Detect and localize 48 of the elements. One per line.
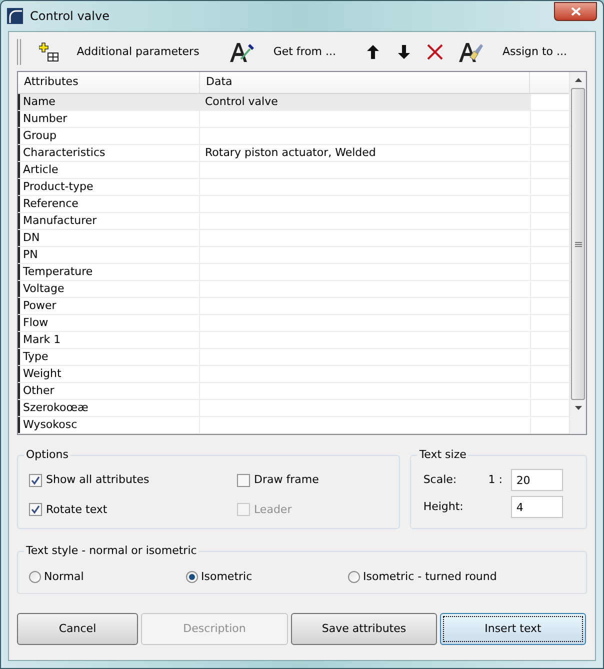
scroll-down-icon — [574, 406, 582, 410]
arrow-up-icon — [367, 45, 380, 59]
checkbox-label: Rotate text — [46, 502, 108, 518]
scrollbar-thumb[interactable] — [571, 88, 585, 400]
toolbar-text-button[interactable]: Assign to ... — [494, 39, 576, 65]
radio-label: Isometric - turned round — [363, 569, 497, 585]
dialog-button[interactable]: Insert text — [440, 613, 586, 645]
scale-field[interactable]: 20 — [511, 469, 564, 491]
checkbox[interactable] — [29, 474, 42, 487]
letter-brush-icon — [458, 41, 484, 63]
checkbox[interactable] — [29, 503, 42, 516]
app-icon — [7, 8, 23, 24]
column-header[interactable]: Attributes — [18, 72, 200, 93]
grip-icon — [574, 242, 582, 246]
close-button[interactable] — [554, 2, 597, 20]
arrow-down-icon — [398, 45, 410, 59]
table-cell-text: Rotary piston actuator, Welded — [204, 145, 377, 161]
radio-button[interactable] — [186, 571, 198, 584]
table-cell: Wysokosc — [18, 417, 200, 433]
vertical-scrollbar[interactable] — [569, 72, 586, 434]
window-title: Control valve — [30, 8, 110, 25]
height-field[interactable]: 4 — [511, 496, 564, 518]
table-row[interactable]: Name Control valve — [18, 94, 530, 110]
field-label: Scale: — [423, 472, 458, 488]
dialog-button[interactable]: Cancel — [17, 613, 138, 645]
letter-pipette-icon — [229, 41, 256, 63]
group-title: Text style - normal or isometric — [24, 543, 199, 559]
radio-label: Isometric — [201, 569, 252, 585]
radio-label: Normal — [44, 569, 84, 585]
toolbar-grip[interactable] — [17, 39, 21, 65]
toolbar-text-button[interactable]: Additional parameters — [68, 39, 208, 65]
table-cell-text: Control valve — [204, 94, 279, 110]
column-header[interactable]: Data — [200, 72, 530, 93]
delete-icon — [427, 44, 444, 60]
radio-button[interactable] — [29, 571, 41, 584]
field-label: Height: — [423, 498, 464, 515]
toolbar-text-button[interactable]: Get from ... — [265, 39, 344, 65]
radio-button[interactable] — [348, 571, 360, 584]
checkbox-label: Leader — [254, 502, 292, 518]
close-icon — [570, 6, 580, 16]
group-title: Options — [24, 447, 70, 463]
ratio-label: 1 : — [487, 472, 504, 488]
checkbox[interactable] — [237, 474, 250, 487]
scroll-up-icon — [574, 78, 582, 82]
add-grid-icon — [38, 42, 59, 62]
dialog-button[interactable]: Save attributes — [291, 613, 437, 645]
checkbox-label: Show all attributes — [46, 472, 150, 488]
checkbox-label: Draw frame — [254, 472, 319, 488]
